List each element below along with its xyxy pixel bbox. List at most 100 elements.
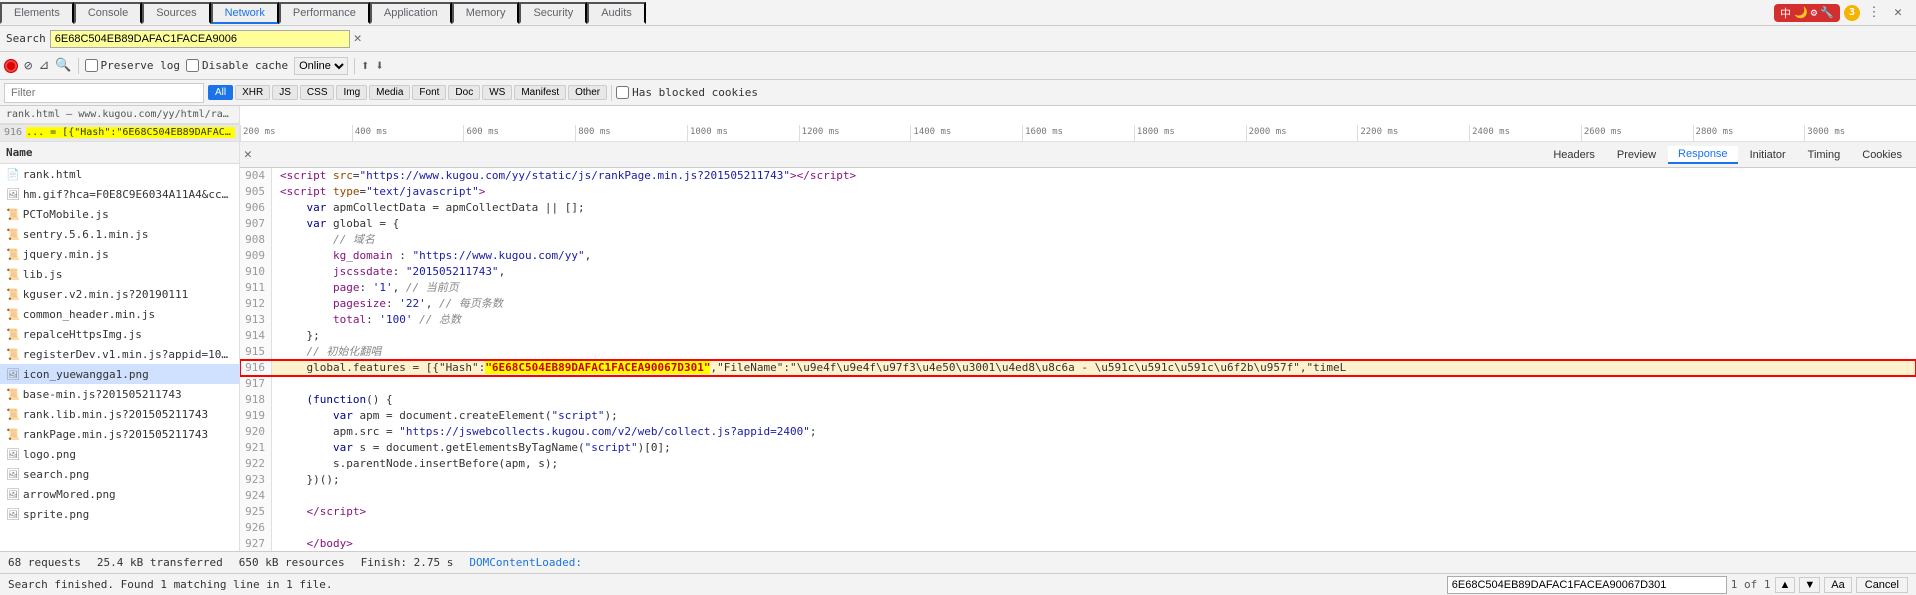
import-har-icon[interactable]: ⬆	[361, 58, 369, 74]
tick-1000: 1000 ms	[687, 125, 799, 141]
record-button[interactable]	[4, 59, 18, 73]
filter-all[interactable]: All	[208, 85, 233, 100]
filter-js[interactable]: JS	[272, 85, 298, 100]
close-panel-icon[interactable]: ✕	[244, 147, 252, 162]
tab-network[interactable]: Network	[211, 2, 279, 24]
list-item[interactable]: 📜registerDev.v1.min.js?appid=1014&201904…	[0, 344, 239, 364]
file-name: rank.html	[23, 168, 83, 181]
list-item[interactable]: 📄rank.html	[0, 164, 239, 184]
search-prev-button[interactable]: ▲	[1775, 577, 1796, 593]
search-network-icon[interactable]: 🔍	[55, 58, 71, 73]
filter-img[interactable]: Img	[336, 85, 367, 100]
close-devtools-icon[interactable]: ✕	[1888, 3, 1908, 23]
tab-console[interactable]: Console	[74, 2, 142, 24]
tab-elements[interactable]: Elements	[0, 2, 74, 24]
js-file-icon: 📜	[6, 388, 20, 401]
list-item[interactable]: 📜rankPage.min.js?201505211743	[0, 424, 239, 444]
tab-headers[interactable]: Headers	[1543, 147, 1605, 163]
tab-cookies[interactable]: Cookies	[1852, 147, 1912, 163]
tab-response[interactable]: Response	[1668, 146, 1738, 164]
js-file-icon: 📜	[6, 328, 20, 341]
filter-input[interactable]	[4, 83, 204, 103]
file-name: icon_yuewangga1.png	[23, 368, 149, 381]
list-item[interactable]: 📜sentry.5.6.1.min.js	[0, 224, 239, 244]
search-next-button[interactable]: ▼	[1799, 577, 1820, 593]
png-file-icon: 🖼	[6, 368, 20, 381]
blocked-cookies-checkbox[interactable]: Has blocked cookies	[616, 86, 758, 99]
list-item[interactable]: 📜jquery.min.js	[0, 244, 239, 264]
file-name: registerDev.v1.min.js?appid=1014&2019040…	[23, 348, 233, 361]
tab-initiator[interactable]: Initiator	[1740, 147, 1796, 163]
list-item[interactable]: 📜common_header.min.js	[0, 304, 239, 324]
dom-loaded-label: DOMContentLoaded:	[469, 556, 582, 569]
tab-audits[interactable]: Audits	[587, 2, 646, 24]
list-item[interactable]: 📜kguser.v2.min.js?20190111	[0, 284, 239, 304]
png-file-icon: 🖼	[6, 448, 20, 461]
filter-toggle-icon[interactable]: ⊿	[38, 58, 49, 73]
disable-cache-checkbox[interactable]: Disable cache	[186, 59, 288, 72]
code-line-915: 915 // 初始化翻唱	[240, 344, 1916, 360]
code-line-904: 904 <script src="https://www.kugou.com/y…	[240, 168, 1916, 184]
chinese-icon[interactable]: 中	[1780, 5, 1791, 21]
png-file-icon: 🖼	[6, 468, 20, 481]
preserve-log-checkbox[interactable]: Preserve log	[85, 59, 180, 72]
devtools-icons: 中 🌙 ⚙ 🔧 3 ⋮ ✕	[1774, 3, 1916, 23]
list-item[interactable]: 📜PCToMobile.js	[0, 204, 239, 224]
search-bottom-input[interactable]	[1447, 576, 1727, 594]
main-panels: Name 📄rank.html 🖼hm.gif?hca=F0E8C9E6034A…	[0, 142, 1916, 551]
throttle-select[interactable]: Online	[294, 57, 348, 75]
search-input[interactable]	[50, 30, 350, 48]
tick-2400: 2400 ms	[1469, 125, 1581, 141]
chinese-toolbar: 中 🌙 ⚙ 🔧	[1774, 4, 1840, 22]
search-close-icon[interactable]: ✕	[354, 31, 362, 46]
list-item[interactable]: 📜rank.lib.min.js?201505211743	[0, 404, 239, 424]
filter-doc[interactable]: Doc	[448, 85, 480, 100]
search-controls: 1 of 1 ▲ ▼ Aa Cancel	[1447, 576, 1908, 594]
moon-icon[interactable]: 🌙	[1794, 6, 1808, 19]
filter-css[interactable]: CSS	[300, 85, 335, 100]
code-line-919: 919 var apm = document.createElement("sc…	[240, 408, 1916, 424]
list-item[interactable]: 🖼search.png	[0, 464, 239, 484]
list-item[interactable]: 🖼hm.gif?hca=F0E8C9E6034A11A4&cc=1&ck=1&c…	[0, 184, 239, 204]
clear-button[interactable]: ⊘	[24, 58, 32, 74]
row-content: ... = [{"Hash":"6E68C504EB89DAFAC1FACEA9…	[26, 127, 235, 138]
tab-security[interactable]: Security	[519, 2, 587, 24]
tool-icon[interactable]: 🔧	[1820, 6, 1834, 19]
tick-800: 800 ms	[575, 125, 687, 141]
list-item[interactable]: 🖼icon_yuewangga1.png	[0, 364, 239, 384]
filter-other[interactable]: Other	[568, 85, 607, 100]
code-line-921: 921 var s = document.getElementsByTagNam…	[240, 440, 1916, 456]
tab-sources[interactable]: Sources	[142, 2, 210, 24]
list-item[interactable]: 🖼arrowMored.png	[0, 484, 239, 504]
more-options-icon[interactable]: ⋮	[1864, 3, 1884, 23]
filter-manifest[interactable]: Manifest	[514, 85, 566, 100]
filter-ws[interactable]: WS	[482, 85, 512, 100]
devtools-window: Elements Console Sources Network Perform…	[0, 0, 1916, 595]
transferred-size: 25.4 kB transferred	[97, 556, 223, 569]
filter-font[interactable]: Font	[412, 85, 446, 100]
list-item[interactable]: 📜lib.js	[0, 264, 239, 284]
list-item[interactable]: 📜base-min.js?201505211743	[0, 384, 239, 404]
js-file-icon: 📜	[6, 308, 20, 321]
cancel-search-button[interactable]: Cancel	[1856, 577, 1908, 593]
tab-timing[interactable]: Timing	[1798, 147, 1851, 163]
list-item[interactable]: 🖼logo.png	[0, 444, 239, 464]
tick-2600: 2600 ms	[1581, 125, 1693, 141]
list-item[interactable]: 📜repalceHttpsImg.js	[0, 324, 239, 344]
tick-1800: 1800 ms	[1134, 125, 1246, 141]
case-sensitive-button[interactable]: Aa	[1824, 577, 1851, 593]
tab-application[interactable]: Application	[370, 2, 452, 24]
tab-memory[interactable]: Memory	[452, 2, 520, 24]
tick-2000: 2000 ms	[1246, 125, 1358, 141]
list-item[interactable]: 🖼sprite.png	[0, 504, 239, 524]
js-file-icon: 📜	[6, 208, 20, 221]
tab-preview[interactable]: Preview	[1607, 147, 1666, 163]
code-line-911: 911 page: '1', // 当前页	[240, 280, 1916, 296]
settings-icon[interactable]: ⚙	[1811, 6, 1818, 19]
export-har-icon[interactable]: ⬇	[376, 58, 384, 74]
tab-performance[interactable]: Performance	[279, 2, 370, 24]
tick-600: 600 ms	[463, 125, 575, 141]
filter-xhr[interactable]: XHR	[235, 85, 270, 100]
file-name: hm.gif?hca=F0E8C9E6034A11A4&cc=1&ck=1&cl…	[23, 188, 233, 201]
filter-media[interactable]: Media	[369, 85, 410, 100]
